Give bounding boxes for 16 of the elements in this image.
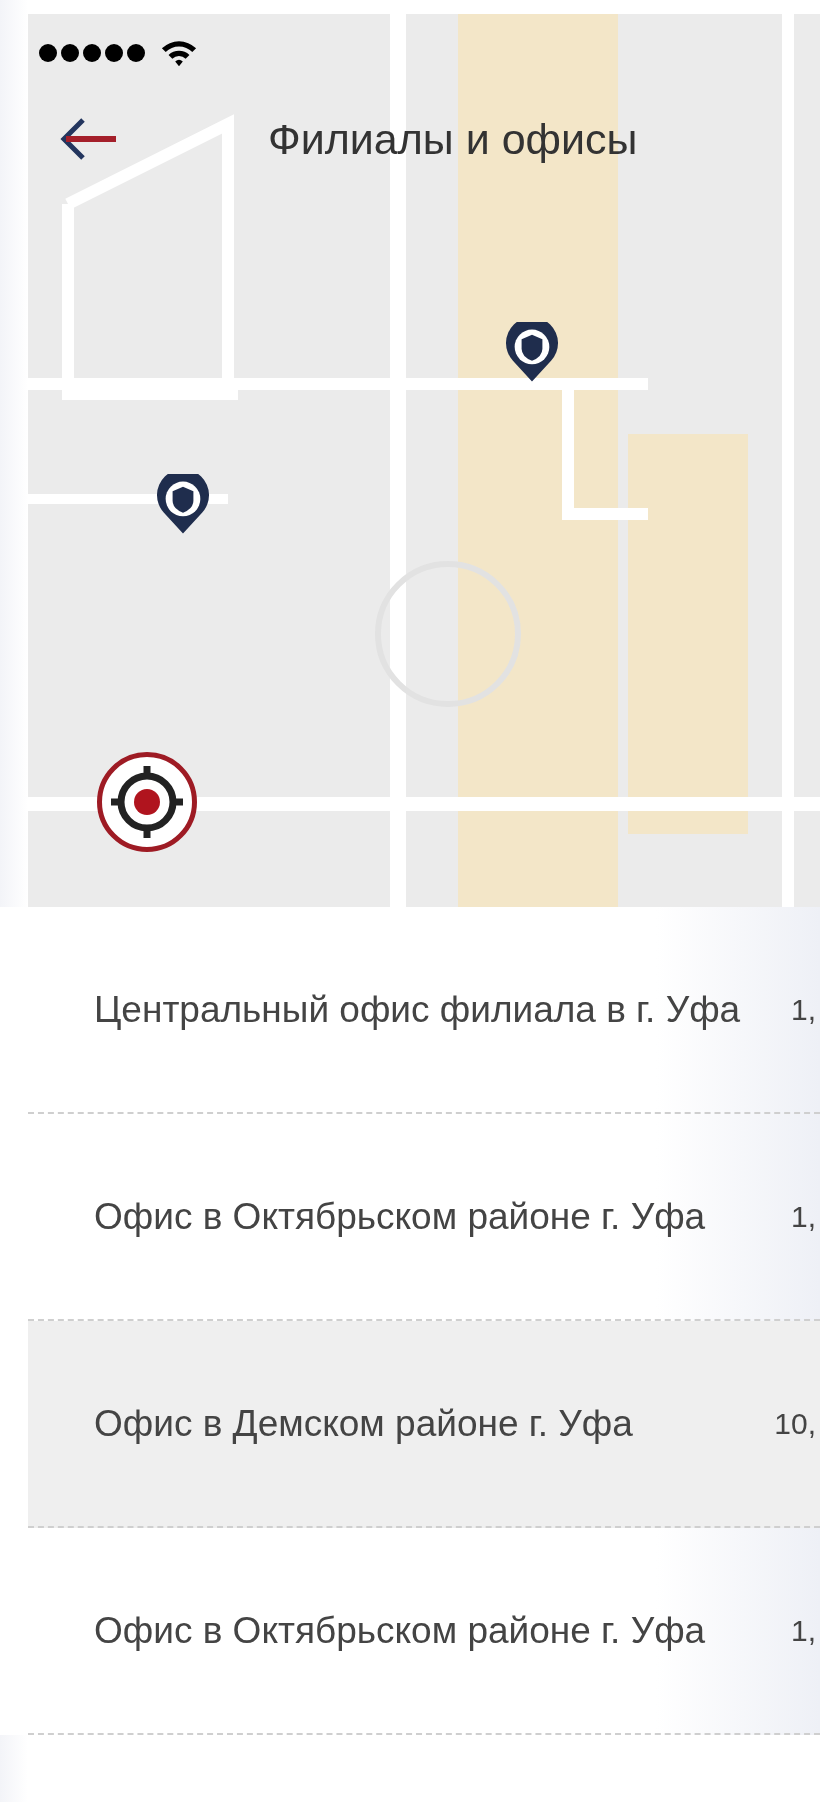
office-row[interactable]: Офис в Октябрьском районе г. Уфа 1, — [28, 1528, 820, 1735]
signal-icon — [38, 43, 148, 63]
wifi-icon — [160, 38, 198, 68]
office-name: Офис в Октябрьском районе г. Уфа — [94, 1194, 707, 1239]
office-distance: 10, — [774, 1406, 817, 1441]
shield-pin-icon[interactable] — [506, 322, 558, 384]
office-row[interactable]: Офис в Демском районе г. Уфа 10, — [28, 1321, 820, 1528]
screen-title: Филиалы и офисы — [268, 114, 638, 164]
office-distance: 1, — [790, 992, 817, 1027]
office-row[interactable]: Центральный офис филиала в г. Уфа 1, — [28, 907, 820, 1114]
office-name: Офис в Демском районе г. Уфа — [94, 1401, 634, 1446]
office-name: Офис в Октябрьском районе г. Уфа — [94, 1608, 707, 1653]
office-name: Центральный офис филиала в г. Уфа — [94, 987, 742, 1032]
shield-pin-icon[interactable] — [157, 474, 209, 536]
office-distance: 1, — [790, 1199, 817, 1234]
office-distance: 1, — [790, 1613, 817, 1648]
